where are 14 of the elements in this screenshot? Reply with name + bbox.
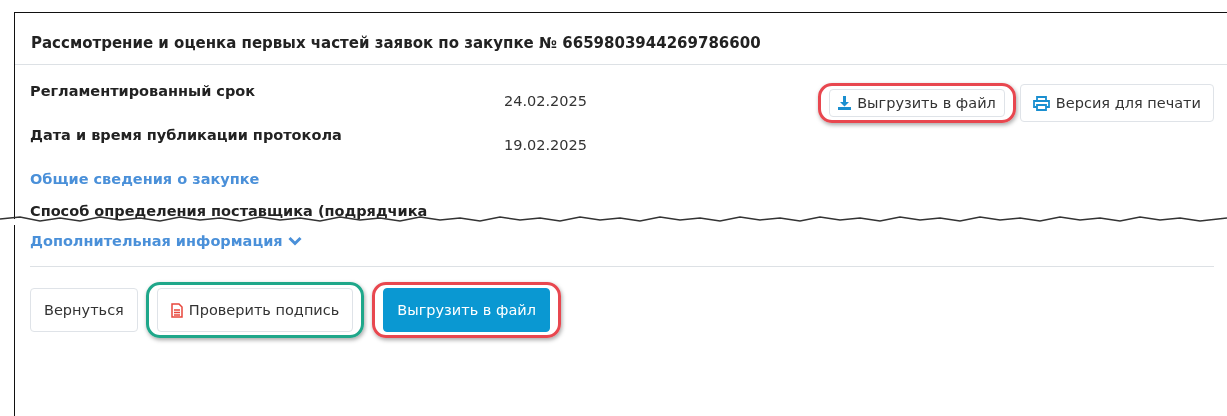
field-label: Регламентированный срок (30, 83, 257, 101)
download-icon (838, 96, 852, 110)
field-label: Способ определения поставщика (подрядчика (30, 203, 429, 219)
document-icon (170, 302, 183, 318)
printer-icon (1032, 95, 1050, 111)
chevron-icon (287, 236, 302, 246)
print-button[interactable]: Версия для печати (1019, 84, 1214, 122)
section-title: Рассмотрение и оценка первых частей заявок по закупке № 6659803944269786600 (31, 34, 761, 52)
download-button[interactable]: Выгрузить в файл (829, 89, 1005, 117)
check-signature-button[interactable]: Проверить подпись (156, 288, 354, 332)
back-button[interactable]: Вернуться (30, 288, 138, 332)
field-value: 24.02.2025 (504, 92, 588, 109)
field-value: 19.02.2025 (504, 136, 588, 153)
field-label: Дата и время публикации протокола (30, 127, 343, 145)
